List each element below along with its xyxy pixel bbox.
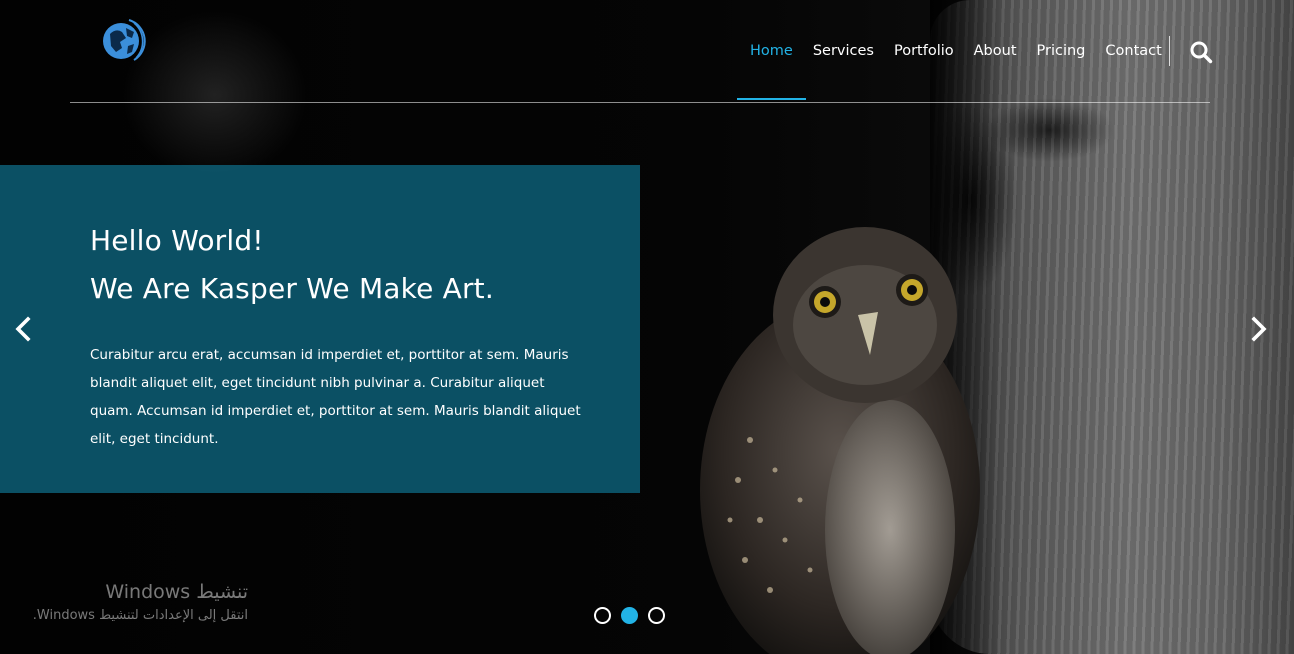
- hero-section: Home Services Portfolio About Pricing Co…: [0, 0, 1294, 654]
- search-icon[interactable]: [1189, 40, 1213, 64]
- slider-dots: [594, 607, 665, 624]
- slider-dot-3[interactable]: [648, 607, 665, 624]
- globe-logo-icon[interactable]: [96, 14, 150, 68]
- nav-link-services[interactable]: Services: [803, 40, 884, 62]
- chevron-right-icon[interactable]: [1246, 316, 1270, 342]
- slide-heading-line-2: We Are Kasper We Make Art.: [90, 272, 494, 305]
- watermark-subtitle: انتقل إلى الإعدادات لتنشيط Windows.: [32, 608, 248, 623]
- nav-link-home[interactable]: Home: [737, 40, 806, 100]
- slide-heading-line-1: Hello World!: [90, 224, 264, 257]
- nav-link-contact[interactable]: Contact: [1095, 40, 1171, 62]
- chevron-left-icon[interactable]: [12, 316, 36, 342]
- windows-activation-watermark: تنشيط Windows انتقل إلى الإعدادات لتنشيط…: [10, 580, 248, 626]
- slider-dot-2[interactable]: [621, 607, 638, 624]
- nav-link-portfolio[interactable]: Portfolio: [884, 40, 964, 62]
- watermark-title: تنشيط Windows: [105, 581, 248, 603]
- slider-dot-1[interactable]: [594, 607, 611, 624]
- slide-body-text: Curabitur arcu erat, accumsan id imperdi…: [90, 347, 581, 447]
- nav-link-about[interactable]: About: [964, 40, 1027, 62]
- nav-divider: [1169, 36, 1170, 66]
- slide-content-box: Hello World! We Are Kasper We Make Art. …: [0, 165, 640, 493]
- nav-link-pricing[interactable]: Pricing: [1027, 40, 1096, 62]
- main-nav: Home Services Portfolio About Pricing Co…: [737, 40, 1172, 100]
- owl-image: [700, 227, 980, 654]
- header-underline: [70, 102, 1210, 103]
